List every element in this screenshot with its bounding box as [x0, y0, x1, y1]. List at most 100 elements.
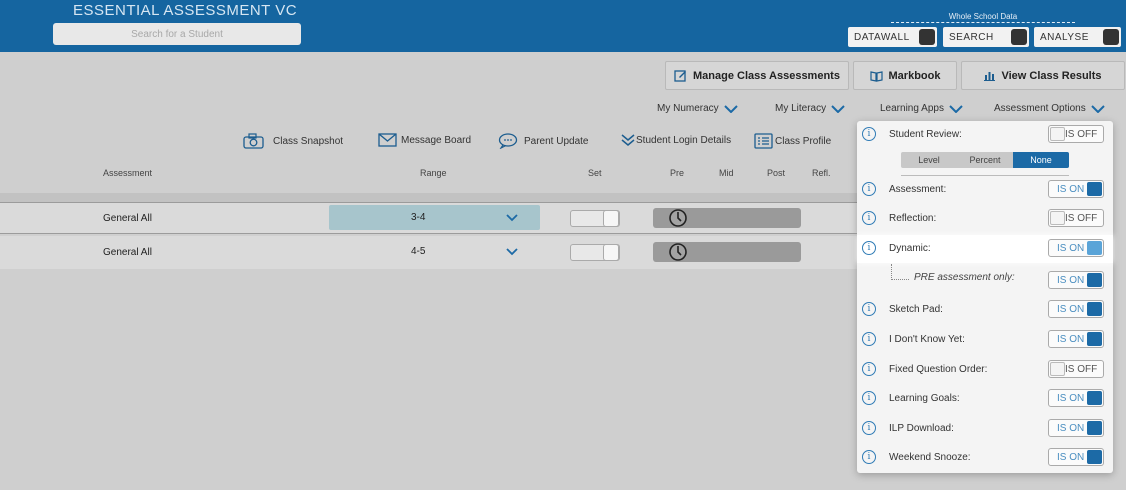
toggle-state: IS ON	[1057, 334, 1085, 345]
chevron-down-icon	[949, 104, 963, 113]
toggle-knob	[1087, 391, 1102, 405]
toggle-state: IS OFF	[1065, 213, 1098, 224]
toggle-knob	[1087, 450, 1102, 464]
bar-chart-icon	[984, 72, 996, 81]
option-fixed-question-order: i Fixed Question Order: IS OFF	[857, 357, 1113, 383]
toggle-state: IS ON	[1057, 243, 1085, 254]
class-snapshot-button[interactable]: Class Snapshot	[243, 133, 343, 149]
option-label: Sketch Pad:	[889, 304, 943, 315]
weekend-snooze-toggle[interactable]: IS ON	[1048, 448, 1104, 466]
info-icon[interactable]: i	[862, 302, 876, 316]
datawall-button[interactable]: DATAWALL	[848, 27, 937, 47]
set-toggle-knob	[603, 244, 619, 261]
toggle-state: IS ON	[1057, 275, 1085, 286]
option-label: Student Review:	[889, 129, 962, 140]
menu-assessment-options-label: Assessment Options	[994, 103, 1086, 114]
segment-level[interactable]: Level	[901, 152, 957, 168]
option-label: Reflection:	[889, 213, 937, 224]
reflection-toggle[interactable]: IS OFF	[1048, 209, 1104, 227]
option-weekend-snooze: i Weekend Snooze: IS ON	[857, 445, 1113, 471]
option-dynamic: i Dynamic: IS ON	[857, 235, 1113, 263]
menu-assessment-options[interactable]: Assessment Options	[994, 103, 1105, 114]
toggle-knob	[1050, 362, 1065, 376]
search-toggle-icon	[1011, 29, 1027, 45]
column-header-post: Post	[767, 168, 786, 178]
pre-only-toggle[interactable]: IS ON	[1048, 271, 1104, 289]
option-dont-know-yet: i I Don't Know Yet: IS ON	[857, 327, 1113, 353]
menu-my-literacy[interactable]: My Literacy	[775, 103, 845, 114]
parent-update-button[interactable]: Parent Update	[498, 133, 589, 149]
view-class-results-button[interactable]: View Class Results	[961, 61, 1125, 90]
column-header-set: Set	[588, 168, 602, 178]
option-label: Assessment:	[889, 184, 947, 195]
option-assessment: i Assessment: IS ON	[857, 177, 1113, 203]
dont-know-toggle[interactable]: IS ON	[1048, 330, 1104, 348]
manage-class-assessments-button[interactable]: Manage Class Assessments	[665, 61, 849, 90]
info-icon[interactable]: i	[862, 421, 876, 435]
student-login-details-button[interactable]: Student Login Details	[621, 133, 731, 147]
menu-my-numeracy[interactable]: My Numeracy	[657, 103, 738, 114]
camera-icon	[243, 133, 264, 149]
info-icon[interactable]: i	[862, 182, 876, 196]
markbook-button[interactable]: Markbook	[853, 61, 957, 90]
menu-learning-apps[interactable]: Learning Apps	[880, 103, 963, 114]
segment-none[interactable]: None	[1013, 152, 1069, 168]
chevron-down-icon[interactable]	[506, 248, 518, 256]
info-icon[interactable]: i	[862, 450, 876, 464]
analyse-button[interactable]: ANALYSE	[1034, 27, 1121, 47]
segment-percent[interactable]: Percent	[957, 152, 1013, 168]
learning-goals-toggle[interactable]: IS ON	[1048, 389, 1104, 407]
info-icon[interactable]: i	[862, 391, 876, 405]
tree-connector	[891, 264, 909, 280]
range-value[interactable]: 4-5	[411, 246, 425, 257]
toggle-knob	[1087, 332, 1102, 346]
message-board-label: Message Board	[401, 134, 472, 146]
option-label: Weekend Snooze:	[889, 452, 971, 463]
column-header-assessment: Assessment	[103, 168, 153, 178]
search-button[interactable]: SEARCH	[943, 27, 1029, 47]
range-value: 3-4	[411, 212, 426, 223]
set-toggle[interactable]	[570, 244, 620, 261]
info-icon[interactable]: i	[862, 332, 876, 346]
info-icon[interactable]: i	[862, 362, 876, 376]
top-bar: ESSENTIAL ASSESSMENT VC Whole School Dat…	[0, 0, 1126, 52]
toggle-state: IS ON	[1057, 304, 1085, 315]
app-title: ESSENTIAL ASSESSMENT VC	[73, 2, 298, 19]
option-label: Fixed Question Order:	[889, 364, 988, 375]
toggle-knob	[1087, 273, 1102, 287]
assessment-toggle[interactable]: IS ON	[1048, 180, 1104, 198]
column-header-mid: Mid	[719, 168, 734, 178]
sketch-pad-toggle[interactable]: IS ON	[1048, 300, 1104, 318]
dynamic-toggle[interactable]: IS ON	[1048, 239, 1104, 257]
info-icon[interactable]: i	[862, 127, 876, 141]
mail-icon	[378, 133, 397, 147]
toggle-state: IS ON	[1057, 184, 1085, 195]
ilp-download-toggle[interactable]: IS ON	[1048, 419, 1104, 437]
student-review-toggle[interactable]: IS OFF	[1048, 125, 1104, 143]
column-header-pre: Pre	[670, 168, 685, 178]
option-student-review: i Student Review: IS OFF	[857, 122, 1113, 148]
student-login-details-label: Student Login Details	[636, 134, 732, 146]
fixed-order-toggle[interactable]: IS OFF	[1048, 360, 1104, 378]
class-snapshot-label: Class Snapshot	[273, 135, 344, 147]
assessment-name: General All	[103, 213, 152, 224]
column-header-range: Range	[420, 168, 447, 178]
info-icon[interactable]: i	[862, 241, 876, 255]
toggle-state: IS ON	[1057, 393, 1085, 404]
student-search-input[interactable]	[53, 23, 301, 45]
menu-my-numeracy-label: My Numeracy	[657, 103, 719, 114]
info-icon[interactable]: i	[862, 211, 876, 225]
double-chevron-down-icon	[621, 134, 635, 146]
toggle-state: IS OFF	[1065, 129, 1098, 140]
message-board-button[interactable]: Message Board	[378, 133, 471, 147]
divider	[901, 175, 1069, 176]
toggle-knob	[1087, 302, 1102, 316]
class-profile-button[interactable]: Class Profile	[754, 133, 831, 149]
chevron-down-icon	[723, 104, 738, 113]
clock-icon	[669, 243, 687, 261]
table-header-divider	[0, 193, 860, 202]
option-label: ILP Download:	[889, 423, 954, 434]
toggle-state: IS ON	[1057, 452, 1085, 463]
set-toggle[interactable]	[570, 210, 620, 227]
edit-icon	[674, 70, 687, 82]
